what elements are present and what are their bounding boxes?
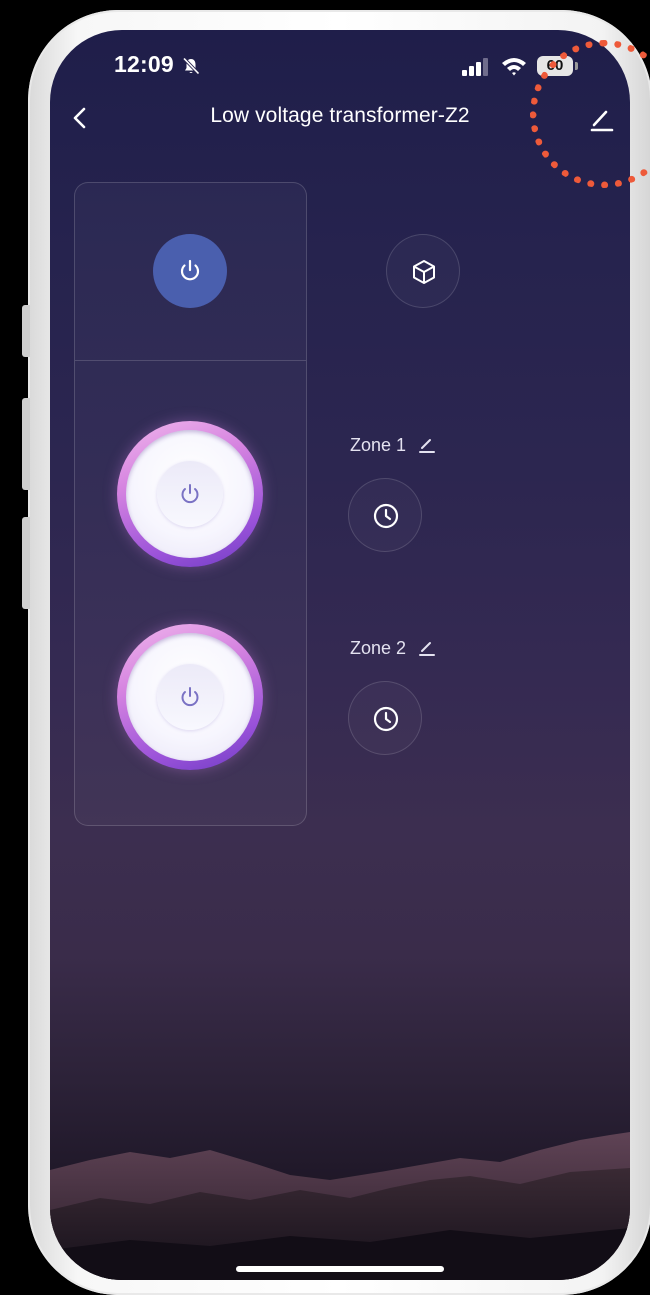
power-icon (180, 259, 200, 281)
panel-divider (75, 360, 306, 361)
zone-2-power-switch[interactable] (117, 624, 263, 770)
battery-indicator: 60 (537, 56, 573, 76)
clock-icon (373, 503, 399, 529)
back-button[interactable] (64, 100, 100, 136)
zone-1-switch-core (157, 461, 223, 527)
cellular-signal-icon (462, 58, 488, 76)
status-time: 12:09 (114, 51, 174, 77)
mute-switch (22, 305, 30, 357)
pencil-icon[interactable] (416, 637, 438, 659)
zone-2-switch-face (126, 633, 254, 761)
power-icon (181, 687, 199, 707)
pencil-icon[interactable] (416, 434, 438, 456)
nav-bar: Low voltage transformer-Z2 (50, 92, 630, 142)
clock-icon (373, 706, 399, 732)
volume-down-button (22, 517, 30, 609)
zone-1-timer-button[interactable] (348, 478, 422, 552)
scene-button[interactable] (386, 234, 460, 308)
zone-2-timer-button[interactable] (348, 681, 422, 755)
edit-device-button[interactable] (584, 100, 620, 136)
mountain-background (50, 1132, 630, 1280)
page-title: Low voltage transformer-Z2 (210, 104, 470, 127)
battery-cap (575, 62, 578, 70)
power-icon (181, 484, 199, 504)
zone-1-switch-face (126, 430, 254, 558)
app-screen: 12:09 60 Low voltage transformer-Z2 Zone… (50, 30, 630, 1280)
bell-slash-icon (182, 57, 200, 75)
switch-panel (74, 182, 307, 826)
home-indicator[interactable] (236, 1266, 444, 1272)
volume-up-button (22, 398, 30, 490)
zone-2-label: Zone 2 (350, 637, 407, 658)
wifi-icon (502, 58, 526, 76)
status-bar: 12:09 60 (50, 30, 630, 100)
pencil-icon (590, 110, 614, 132)
zone-1-label: Zone 1 (350, 434, 407, 455)
zone-2-switch-core (157, 664, 223, 730)
master-power-button[interactable] (153, 234, 227, 308)
zone-1-header: Zone 1 (350, 433, 438, 457)
cube-icon (413, 260, 435, 284)
zone-2-header: Zone 2 (350, 636, 438, 660)
zone-1-power-switch[interactable] (117, 421, 263, 567)
chevron-left-icon (73, 107, 86, 129)
